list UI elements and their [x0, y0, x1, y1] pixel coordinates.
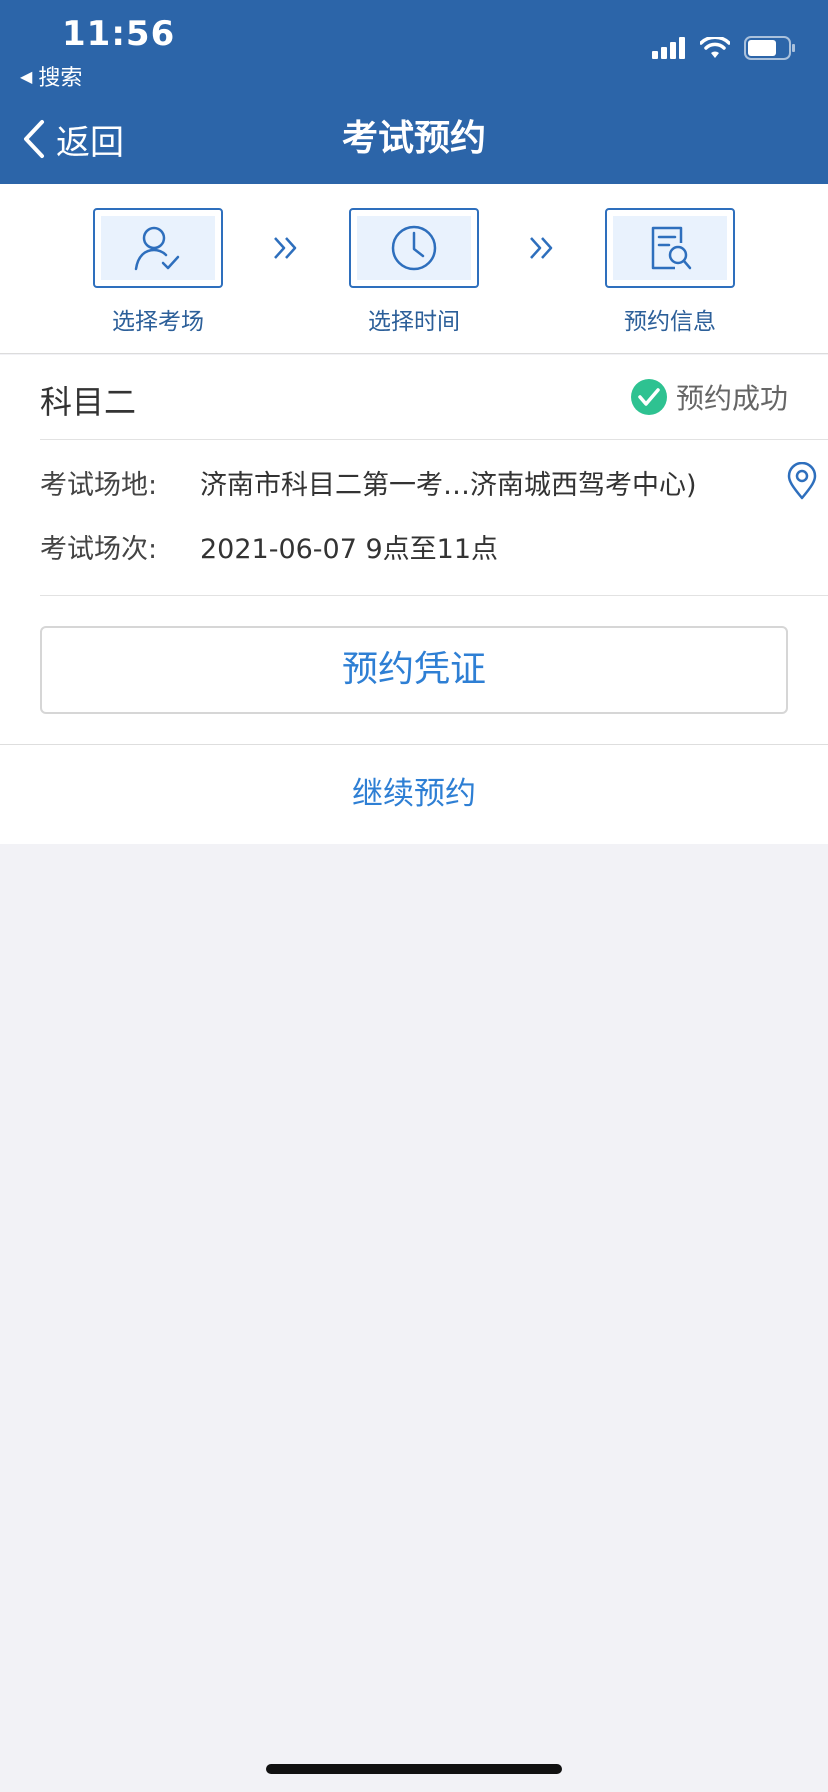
back-button[interactable]: 返回 [22, 114, 124, 164]
step-label: 选择时间 [368, 309, 460, 335]
exam-info: 考试场地: 济南市科目二第一考…济南城西驾考中心) 考试场次: 2021-06-… [40, 440, 828, 596]
double-chevron-right-icon [274, 237, 297, 259]
session-value: 2021-06-07 9点至11点 [200, 533, 499, 565]
status-badge: 预约成功 [630, 377, 788, 417]
step-select-time: 选择时间 [349, 208, 479, 336]
step-label: 预约信息 [624, 309, 716, 335]
step-label: 选择考场 [112, 309, 204, 335]
step-booking-info: 预约信息 [605, 208, 735, 336]
session-label: 考试场次: [40, 533, 158, 565]
booking-card: 科目二 预约成功 考试场地: 济南市科目二第一考…济南城西驾考中心) 考试场次:… [0, 355, 828, 744]
status-icons [652, 36, 796, 60]
session-row: 考试场次: 2021-06-07 9点至11点 [40, 524, 788, 568]
steps-progress: 选择考场 选择时间 预约信息 [0, 184, 828, 354]
person-check-icon [134, 226, 180, 271]
page-title: 考试预约 [341, 118, 486, 159]
step-icon-box [605, 208, 735, 288]
status-time: 11:56 [62, 14, 176, 54]
status-text: 预约成功 [675, 382, 788, 415]
return-app-label: 搜索 [38, 66, 83, 91]
battery-icon [744, 36, 795, 60]
location-pin-icon[interactable] [786, 462, 818, 500]
chevron-left-icon [24, 120, 44, 158]
check-circle-icon [630, 379, 667, 415]
status-bar: 11:56 ◀ 搜索 [0, 0, 828, 96]
step-select-venue: 选择考场 [93, 208, 223, 336]
document-search-icon [651, 226, 692, 270]
step-icon-bg [613, 216, 727, 280]
subject-row: 科目二 预约成功 [40, 355, 828, 440]
continue-booking-button[interactable]: 继续预约 [0, 744, 828, 844]
back-triangle-icon: ◀ [20, 66, 33, 86]
step-icon-bg [357, 216, 471, 280]
subject-title: 科目二 [40, 383, 137, 421]
step-icon-bg [101, 216, 215, 280]
step-icon-box [349, 208, 479, 288]
clock-icon [391, 225, 437, 271]
nav-bar: 返回 考试预约 [0, 96, 828, 184]
back-label: 返回 [56, 122, 124, 163]
wifi-icon [700, 37, 730, 58]
step-icon-box [93, 208, 223, 288]
venue-row: 考试场地: 济南市科目二第一考…济南城西驾考中心) [40, 460, 788, 504]
double-chevron-right-icon [530, 237, 553, 259]
venue-label: 考试场地: [40, 469, 158, 501]
return-to-app-link[interactable]: ◀ 搜索 [20, 60, 82, 92]
venue-value: 济南市科目二第一考…济南城西驾考中心) [200, 469, 697, 501]
home-indicator[interactable] [266, 1764, 562, 1774]
voucher-button[interactable]: 预约凭证 [40, 626, 788, 714]
signal-icon [652, 37, 685, 59]
